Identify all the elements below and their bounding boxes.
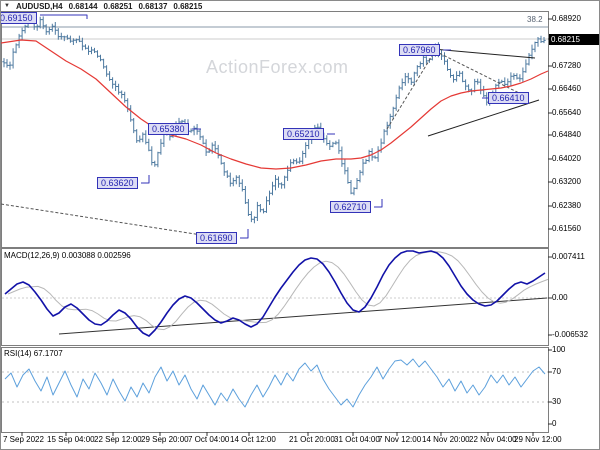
time-axis-label-7: 31 Oct 04:00	[334, 435, 380, 444]
swing-price-label-5[interactable]: 0.63620	[97, 177, 138, 189]
rsi-axis-label-2: 30	[552, 397, 561, 406]
price-axis-label-7: 0.62380	[552, 201, 581, 210]
chart-window: ▼ AUDUSD,H4 0.68144 0.68251 0.68137 0.68…	[0, 0, 600, 450]
dashed-trendline-2	[434, 50, 526, 97]
ohlc-close: 0.68215	[173, 1, 203, 11]
chart-header: ▼ AUDUSD,H4 0.68144 0.68251 0.68137 0.68…	[1, 1, 552, 11]
time-axis-label-8: 7 Nov 12:00	[378, 435, 422, 444]
price-axis-label-5: 0.64020	[552, 154, 581, 163]
rsi-panel-border	[1, 347, 549, 433]
macd-axis-label-0: 0.007411	[552, 252, 585, 261]
price-axis-label-8: 0.61560	[552, 224, 581, 233]
macd-axis-label-2: -0.006532	[552, 330, 589, 339]
time-axis-label-10: 22 Nov 04:00	[469, 435, 517, 444]
time-axis-label-2: 22 Sep 12:00	[94, 435, 142, 444]
symbol-dropdown-icon[interactable]: ▼	[4, 3, 10, 9]
swing-label-connector-0	[40, 14, 88, 19]
rsi-axis-label-0: 100	[552, 345, 566, 354]
time-axis-label-9: 14 Nov 20:00	[422, 435, 470, 444]
ohlc-low: 0.68137	[138, 1, 168, 11]
time-axis-label-3: 29 Sep 20:00	[141, 435, 189, 444]
swing-label-connector-6	[374, 199, 383, 208]
time-axis-label-6: 21 Oct 20:00	[289, 435, 335, 444]
swing-price-label-1[interactable]: 0.67960	[399, 44, 440, 56]
macd-indicator-title: MACD(12,26,9) 0.003088 0.002596	[4, 251, 131, 260]
macd-axis-label-1: 0.00	[552, 293, 568, 302]
swing-price-label-4[interactable]: 0.65210	[283, 128, 324, 140]
swing-price-label-6[interactable]: 0.62710	[330, 201, 371, 213]
main-panel-border	[1, 11, 549, 248]
price-axis-label-6: 0.63200	[552, 177, 581, 186]
symbol-period-label: AUDUSD,H4	[15, 1, 63, 11]
rsi-indicator-title: RSI(14) 67.1707	[4, 349, 63, 358]
time-axis-label-11: 29 Nov 12:00	[514, 435, 562, 444]
rsi-axis-label-1: 70	[552, 367, 561, 376]
price-axis-label-0: 0.68920	[552, 14, 581, 23]
price-axis-label-4: 0.64840	[552, 130, 581, 139]
swing-price-label-0[interactable]: 0.69150	[1, 12, 37, 24]
swing-price-label-2[interactable]: 0.66410	[488, 92, 529, 104]
rsi-axis-label-3: 0	[552, 419, 557, 428]
price-bars	[2, 13, 546, 224]
swing-label-connector-5	[141, 175, 150, 184]
swing-price-label-3[interactable]: 0.65380	[148, 123, 189, 135]
dashed-trendline-1	[386, 50, 436, 130]
time-axis-label-1: 15 Sep 04:00	[47, 435, 95, 444]
ohlc-high: 0.68251	[103, 1, 133, 11]
time-axis-label-4: 7 Oct 04:00	[188, 435, 230, 444]
time-axis-label-0: 7 Sep 2022	[3, 435, 44, 444]
price-axis-label-3: 0.65640	[552, 108, 581, 117]
current-price-box: 0.68215	[549, 34, 599, 45]
solid-trendline-4	[427, 99, 540, 137]
time-axis-label-5: 14 Oct 12:00	[230, 435, 276, 444]
rsi-line	[4, 358, 546, 408]
price-axis-label-2: 0.66460	[552, 84, 581, 93]
swing-price-label-7[interactable]: 0.61690	[196, 232, 237, 244]
fib-38.2-label[interactable]: 38.2	[527, 15, 543, 24]
watermark: ActionForex.com	[206, 57, 349, 77]
macd-main-line	[4, 250, 546, 337]
swing-label-connector-7	[240, 229, 249, 239]
ohlc-open: 0.68144	[68, 1, 98, 11]
price-axis-label-1: 0.67280	[552, 61, 581, 70]
